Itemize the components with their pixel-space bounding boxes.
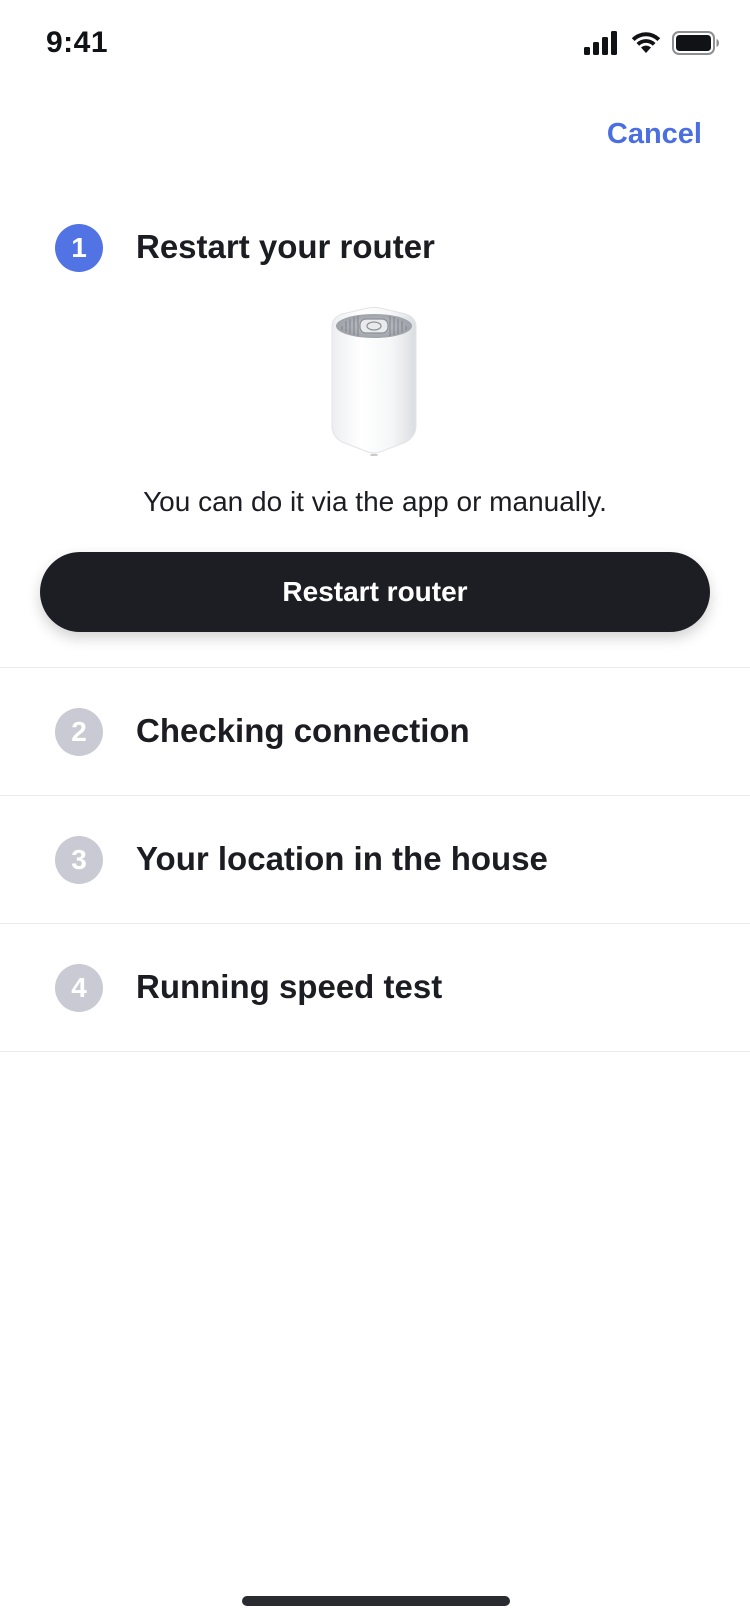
status-icons <box>584 30 720 60</box>
status-bar: 9:41 <box>0 0 750 92</box>
step-4-title: Running speed test <box>136 968 443 1005</box>
step-1-title: Restart your router <box>136 228 435 265</box>
step-4-badge: 4 <box>55 964 103 1012</box>
step-3-title: Your location in the house <box>136 840 548 877</box>
home-indicator[interactable] <box>242 1596 510 1606</box>
step-2-title: Checking connection <box>136 712 470 749</box>
cellular-signal-icon <box>584 30 620 60</box>
step-3-badge: 3 <box>55 836 103 884</box>
restart-router-button[interactable]: Restart router <box>40 552 710 632</box>
cancel-button[interactable]: Cancel <box>607 118 702 151</box>
divider <box>0 667 750 668</box>
divider <box>0 923 750 924</box>
divider <box>0 795 750 796</box>
step-1-badge: 1 <box>55 224 103 272</box>
wifi-icon <box>630 31 662 60</box>
battery-icon <box>672 30 720 60</box>
divider <box>0 1051 750 1052</box>
router-icon <box>328 304 420 457</box>
step-1-description: You can do it via the app or manually. <box>143 486 607 517</box>
status-time: 9:41 <box>46 26 109 59</box>
step-2-badge: 2 <box>55 708 103 756</box>
